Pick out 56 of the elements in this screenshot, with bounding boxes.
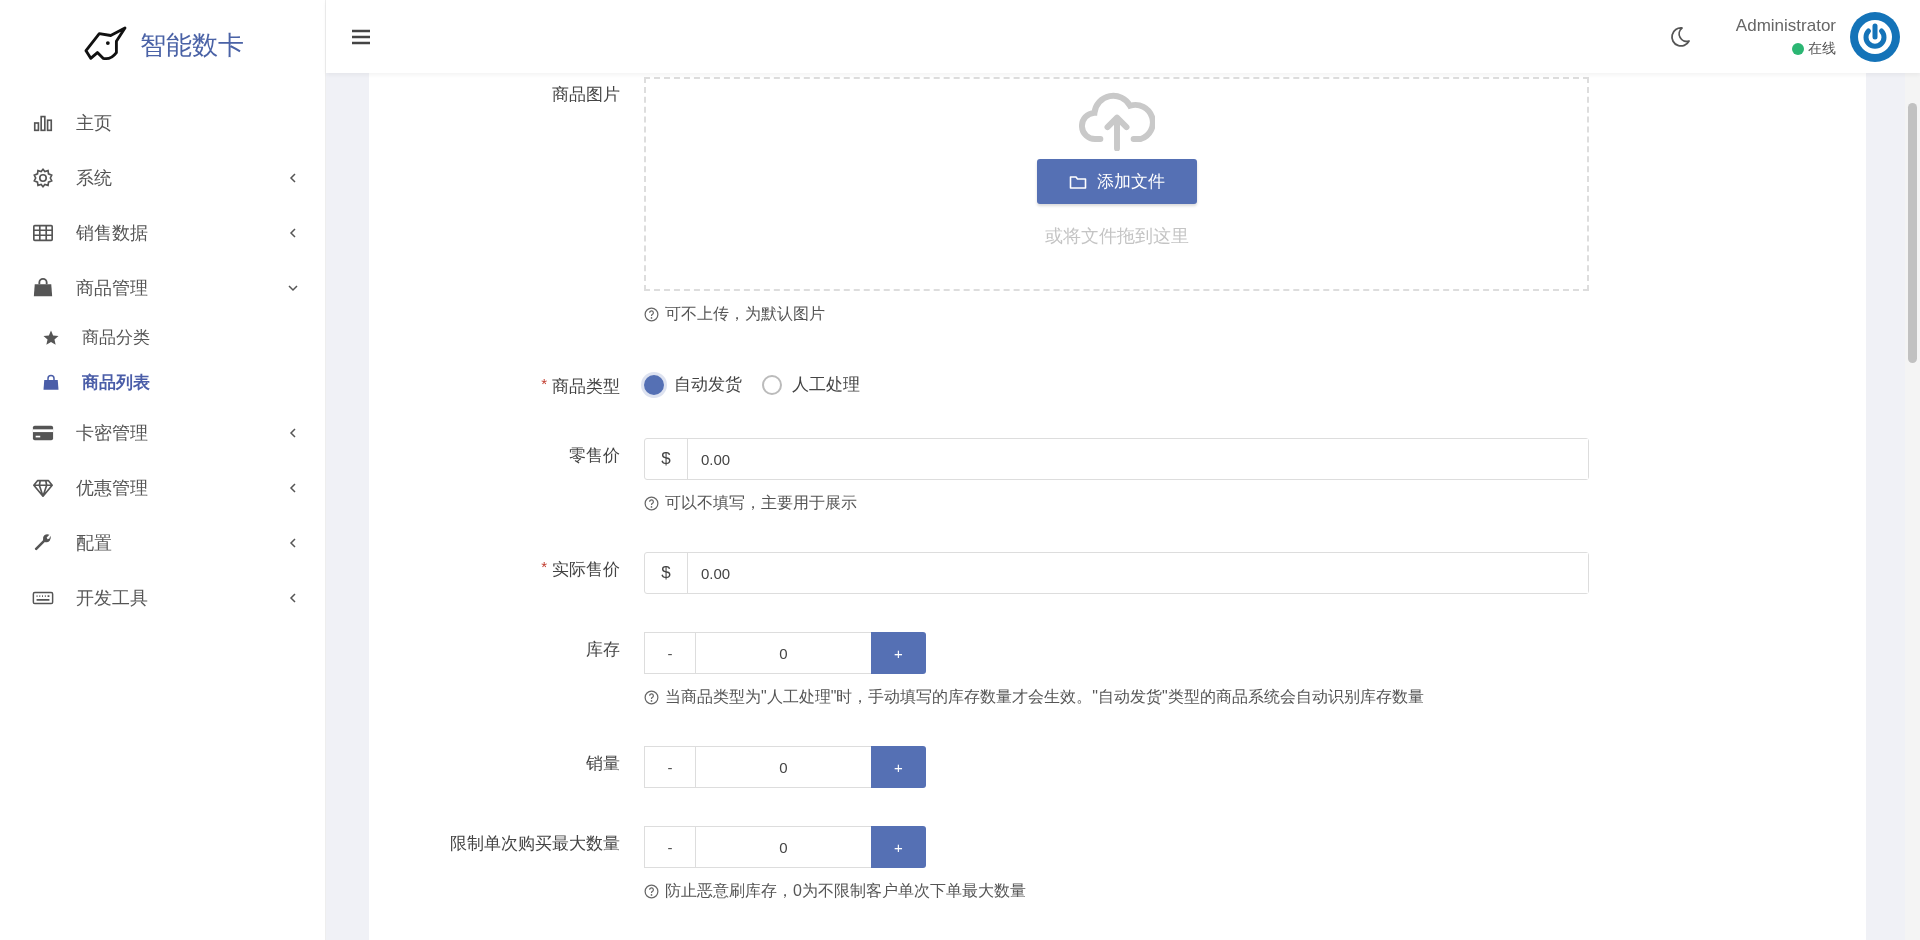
gear-icon: [32, 166, 54, 189]
status-dot: [1792, 42, 1804, 55]
radio-option[interactable]: 人工处理: [762, 373, 860, 396]
add-file-button[interactable]: 添加文件: [1036, 159, 1197, 204]
decrement-button[interactable]: -: [644, 632, 696, 674]
field-label: 零售价: [569, 445, 620, 467]
decrement-button[interactable]: -: [644, 826, 696, 868]
power-avatar-icon[interactable]: [1850, 11, 1900, 62]
help-icon: [644, 496, 659, 511]
required-mark: *: [541, 558, 547, 575]
help-text: 防止恶意刷库存，0为不限制客户单次下单最大数量: [665, 881, 1026, 901]
file-drop-zone[interactable]: 添加文件 或将文件拖到这里: [644, 77, 1589, 291]
help-icon: [644, 307, 659, 322]
sidebar-subitem[interactable]: 商品分类: [0, 315, 325, 360]
field-label: 商品类型: [552, 376, 620, 398]
sidebar-subitem[interactable]: 商品列表: [0, 360, 325, 405]
sidebar-item[interactable]: 系统: [0, 150, 325, 205]
sidebar-item[interactable]: 主页: [0, 95, 325, 150]
user-name: Administrator: [1735, 15, 1836, 36]
help-text: 当商品类型为"人工处理"时，手动填写的库存数量才会生效。"自动发货"类型的商品系统会自动识别库存数量: [665, 687, 1424, 707]
sidebar-item[interactable]: 开发工具: [0, 570, 325, 625]
number-input[interactable]: 0: [696, 632, 871, 674]
number-input[interactable]: 0: [696, 826, 871, 868]
sidebar-item[interactable]: 配置: [0, 515, 325, 570]
brand-title: 智能数卡: [139, 28, 244, 62]
increment-button[interactable]: +: [871, 746, 926, 788]
radio-circle[interactable]: [644, 374, 664, 395]
field-label: 库存: [586, 639, 620, 661]
field-label: 实际售价: [552, 559, 620, 581]
scrollbar[interactable]: [1905, 73, 1920, 940]
field-label: 销量: [586, 753, 620, 775]
field-label: 限制单次购买最大数量: [450, 833, 620, 855]
price-field[interactable]: $ 0.00: [644, 552, 1589, 594]
number-input[interactable]: 0: [696, 746, 871, 788]
sidebar-item[interactable]: 优惠管理: [0, 460, 325, 515]
status-text: 在线: [1808, 39, 1836, 58]
radio-option[interactable]: 自动发货: [644, 373, 742, 396]
decrement-button[interactable]: -: [644, 746, 696, 788]
sidebar-item[interactable]: 商品管理: [0, 260, 325, 315]
sidebar-item[interactable]: 卡密管理: [0, 405, 325, 460]
price-field[interactable]: $ 0.00: [644, 438, 1589, 480]
help-text: 可不上传，为默认图片: [665, 304, 825, 324]
required-mark: *: [541, 375, 547, 392]
radio-circle[interactable]: [762, 374, 782, 395]
folder-icon: [1068, 173, 1087, 190]
field-label: 商品图片: [552, 84, 620, 106]
increment-button[interactable]: +: [871, 632, 926, 674]
shopping-bag-icon: [42, 373, 60, 392]
increment-button[interactable]: +: [871, 826, 926, 868]
menu-icon[interactable]: [352, 28, 370, 45]
drop-hint: 或将文件拖到这里: [1044, 225, 1189, 248]
sidebar-item[interactable]: 销售数据: [0, 205, 325, 260]
shopping-bag-icon: [32, 276, 54, 299]
help-icon: [644, 690, 659, 705]
help-icon: [644, 884, 659, 899]
help-text: 可以不填写，主要用于展示: [665, 493, 857, 513]
